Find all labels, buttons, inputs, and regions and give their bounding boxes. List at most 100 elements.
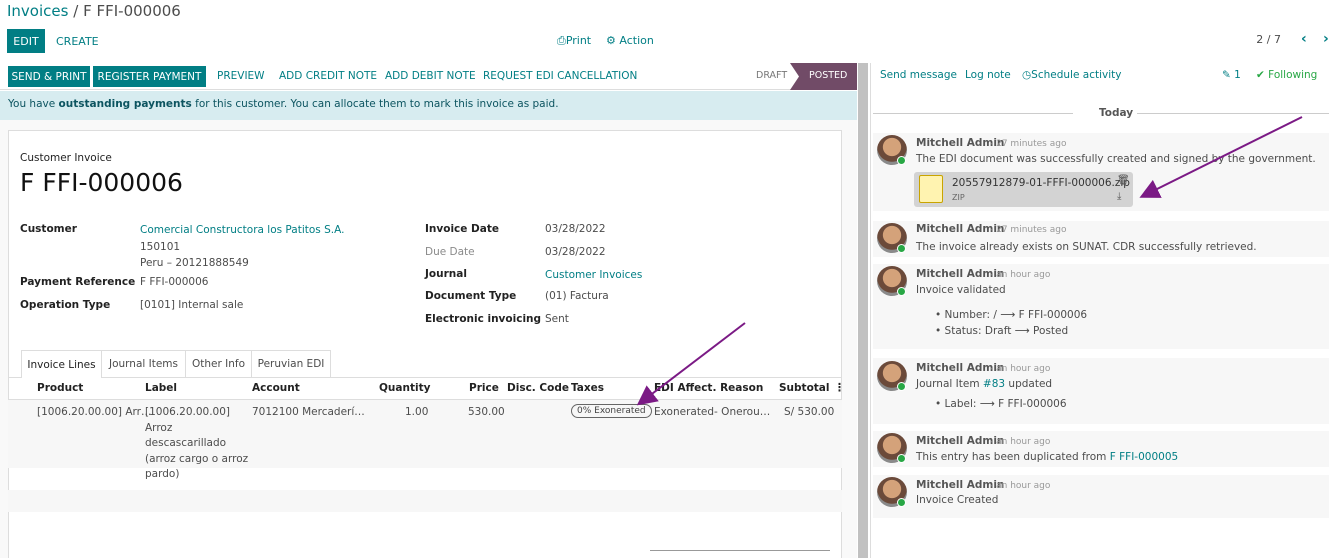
tracking-label: Label: ⟶ F FFI-000006 — [944, 398, 1067, 410]
attachment-type: ZIP — [952, 193, 965, 202]
tab-invoice-lines[interactable]: Invoice Lines — [21, 350, 102, 378]
line-label-1: [1006.20.00.00] Arroz — [145, 406, 231, 434]
send-message-button[interactable]: Send message — [880, 69, 957, 81]
due-date-label: Due Date — [425, 246, 475, 258]
tab-journal-items[interactable]: Journal Items — [101, 350, 186, 377]
journal-item-link[interactable]: #83 — [983, 378, 1005, 390]
form-scrollbar[interactable] — [858, 63, 868, 558]
line-label: [1006.20.00.00] Arroz descascarillado (a… — [145, 405, 255, 483]
print-label: Print — [565, 34, 592, 47]
column-header-edi-affect-reason[interactable]: EDI Affect. Reason — [654, 382, 763, 394]
message-time: - 27 minutes ago — [990, 225, 1067, 235]
message-body-prefix: This entry has been duplicated from — [916, 451, 1110, 463]
pager-value: 2 / 7 — [1256, 33, 1281, 46]
payment-reference-label: Payment Reference — [20, 276, 136, 288]
journal-link[interactable]: Customer Invoices — [545, 269, 642, 281]
clock-icon: ◷ — [1022, 69, 1032, 81]
customer-link[interactable]: Comercial Constructora los Patitos S.A. — [140, 224, 344, 236]
today-line-left — [873, 113, 1073, 114]
online-status-icon — [897, 244, 906, 253]
schedule-activity-button[interactable]: ◷Schedule activity — [1022, 69, 1121, 81]
preview-button[interactable]: PREVIEW — [217, 70, 265, 82]
message-time: - an hour ago — [990, 364, 1051, 374]
request-edi-cancellation-button[interactable]: REQUEST EDI CANCELLATION — [483, 70, 637, 82]
create-button[interactable]: CREATE — [56, 35, 99, 48]
due-date-value: 03/28/2022 — [545, 246, 606, 258]
tracking-value: • Label: ⟶ F FFI-000006 — [935, 398, 1067, 410]
operation-type-value: [0101] Internal sale — [140, 299, 244, 311]
tracking-value: • Status: Draft ⟶ Posted — [935, 325, 1069, 337]
tabs-baseline — [8, 377, 842, 378]
customer-label: Customer — [20, 223, 77, 235]
electronic-invoicing-label: Electronic invoicing — [425, 313, 542, 325]
invoice-type: Customer Invoice — [20, 152, 112, 164]
message-time: - 27 minutes ago — [990, 139, 1067, 149]
line-account: 7012100 Mercaderí… — [252, 406, 365, 418]
zip-file-icon — [919, 175, 943, 203]
schedule-activity-label: Schedule activity — [1031, 69, 1122, 81]
breadcrumb: Invoices / F FFI-000006 — [7, 2, 181, 20]
line-quantity: 1.00 — [405, 406, 429, 418]
message-body: Invoice validated — [916, 284, 1006, 296]
breadcrumb-invoices-link[interactable]: Invoices — [7, 2, 68, 20]
tab-other-info[interactable]: Other Info — [185, 350, 252, 377]
message-body-suffix: updated — [1005, 378, 1053, 390]
column-header-subtotal[interactable]: Subtotal — [779, 382, 830, 394]
column-header-disc-code[interactable]: Disc. Code — [507, 382, 569, 394]
print-icon: ⎙ — [557, 34, 566, 47]
line-label-3: (arroz cargo o arroz — [145, 452, 249, 465]
paperclip-icon: ✎ — [1222, 69, 1231, 81]
optional-columns-icon[interactable]: ⋮ — [834, 381, 845, 394]
following-label: Following — [1268, 69, 1318, 81]
message-body: This entry has been duplicated from F FF… — [916, 451, 1178, 463]
invoice-date-value: 03/28/2022 — [545, 223, 606, 235]
electronic-invoicing-value: Sent — [545, 313, 569, 325]
attachment-filename: 20557912879-01-FFFI-000006.zip — [952, 177, 1130, 189]
message-body: The invoice already exists on SUNAT. CDR… — [916, 241, 1257, 253]
message-time: - an hour ago — [990, 270, 1051, 280]
status-posted[interactable]: POSTED — [809, 70, 847, 81]
online-status-icon — [897, 454, 906, 463]
today-separator: Today — [1099, 107, 1134, 119]
line-edi-affect-reason: Exonerated- Onerou… — [654, 406, 771, 418]
add-debit-note-button[interactable]: ADD DEBIT NOTE — [385, 70, 476, 82]
log-note-button[interactable]: Log note — [965, 69, 1011, 81]
print-menu[interactable]: ⎙Print — [557, 34, 591, 48]
column-header-account[interactable]: Account — [252, 382, 300, 394]
following-button[interactable]: ✔ Following — [1256, 69, 1317, 81]
tax-badge: 0% Exonerated — [571, 404, 652, 418]
column-header-product[interactable]: Product — [37, 382, 83, 394]
duplicated-from-link[interactable]: F FFI-000005 — [1110, 451, 1178, 463]
gear-icon: ⚙ — [606, 34, 616, 47]
status-draft[interactable]: DRAFT — [756, 70, 787, 81]
tracking-status: Status: Draft ⟶ Posted — [944, 325, 1069, 337]
send-print-button[interactable]: SEND & PRINT — [8, 66, 90, 87]
chatter-divider — [870, 63, 871, 558]
attachments-button[interactable]: ✎ 1 — [1222, 69, 1241, 81]
invoice-date-label: Invoice Date — [425, 223, 499, 235]
column-header-quantity[interactable]: Quantity — [379, 382, 430, 394]
message-body: The EDI document was successfully create… — [916, 153, 1316, 165]
message-body: Invoice Created — [916, 494, 999, 506]
message-body-prefix: Journal Item — [916, 378, 983, 390]
breadcrumb-separator: / — [73, 2, 79, 20]
add-credit-note-button[interactable]: ADD CREDIT NOTE — [279, 70, 377, 82]
table-empty-row — [8, 490, 842, 512]
online-status-icon — [897, 156, 906, 165]
column-header-taxes[interactable]: Taxes — [571, 382, 604, 394]
edit-button[interactable]: EDIT — [7, 29, 45, 53]
pager-next-icon[interactable]: › — [1323, 31, 1329, 47]
pager-previous-icon[interactable]: ‹ — [1301, 31, 1307, 47]
trash-icon[interactable]: 🗑 — [1117, 175, 1130, 186]
invoice-number: F FFI-000006 — [20, 168, 183, 197]
register-payment-button[interactable]: REGISTER PAYMENT — [93, 66, 206, 87]
action-menu[interactable]: ⚙ Action — [606, 34, 654, 47]
line-price: 530.00 — [468, 406, 505, 418]
column-header-price[interactable]: Price — [469, 382, 499, 394]
column-header-label[interactable]: Label — [145, 382, 177, 394]
totals-separator — [650, 550, 830, 551]
tab-peruvian-edi[interactable]: Peruvian EDI — [251, 350, 331, 377]
download-icon[interactable]: ⤓ — [1117, 191, 1121, 202]
attachments-count: 1 — [1234, 69, 1241, 81]
alert-suffix: for this customer. You can allocate them… — [191, 98, 559, 110]
